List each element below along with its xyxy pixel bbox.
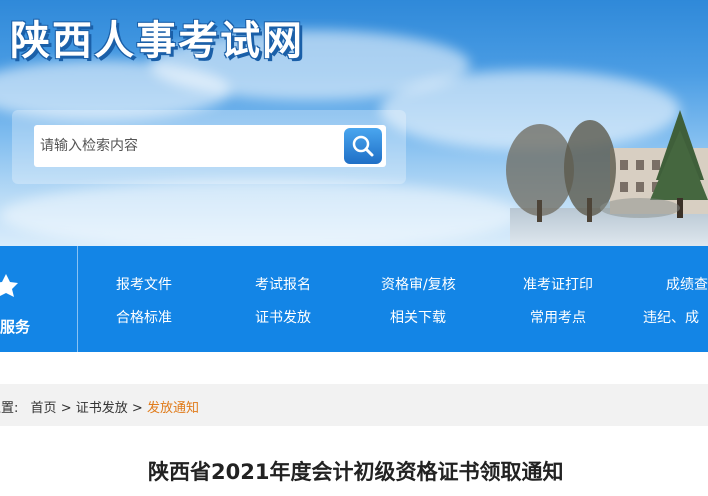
service-label: 服务 xyxy=(0,318,31,336)
search-button[interactable] xyxy=(344,128,382,164)
search-input[interactable] xyxy=(34,125,334,167)
breadcrumb-separator: > xyxy=(60,401,72,416)
nav-item-admission-ticket[interactable]: 准考证打印 xyxy=(523,274,593,294)
breadcrumb-section-link[interactable]: 证书发放 xyxy=(76,401,128,416)
nav-item-exam-registration[interactable]: 考试报名 xyxy=(255,274,311,294)
main-nav: 服务 报考文件 考试报名 资格审/复核 准考证打印 成绩查 合格标准 证书发放 … xyxy=(0,246,708,352)
article-title: 陕西省2021年度会计初级资格证书领取通知 xyxy=(148,460,564,484)
breadcrumb-home-link[interactable]: 首页 xyxy=(31,401,57,416)
nav-item-qualification-review[interactable]: 资格审/复核 xyxy=(381,274,456,294)
site-title: 陕西人事考试网 xyxy=(10,18,304,64)
service-panel[interactable]: 服务 xyxy=(0,246,78,352)
nav-item-violations[interactable]: 违纪、成 xyxy=(643,307,699,327)
nav-item-certificate-issuance[interactable]: 证书发放 xyxy=(255,307,311,327)
nav-item-passing-standard[interactable]: 合格标准 xyxy=(116,307,172,327)
breadcrumb-current: 发放通知 xyxy=(146,401,199,416)
star-icon xyxy=(0,274,18,297)
breadcrumb-prefix: 位置: xyxy=(0,401,19,416)
nav-item-downloads[interactable]: 相关下载 xyxy=(390,307,446,327)
campus-scenery-image xyxy=(506,110,708,246)
breadcrumb-separator: > xyxy=(131,401,143,416)
nav-item-exam-documents[interactable]: 报考文件 xyxy=(116,274,172,294)
search-icon xyxy=(352,135,374,157)
cloud-decoration xyxy=(0,180,520,246)
nav-item-exam-sites[interactable]: 常用考点 xyxy=(530,307,586,327)
search-box xyxy=(34,125,386,167)
nav-item-score-query[interactable]: 成绩查 xyxy=(666,274,708,294)
breadcrumb: 位置: 首页 > 证书发放 > 发放通知 xyxy=(0,384,708,426)
header-banner: 陕西人事考试网 xyxy=(0,0,708,246)
